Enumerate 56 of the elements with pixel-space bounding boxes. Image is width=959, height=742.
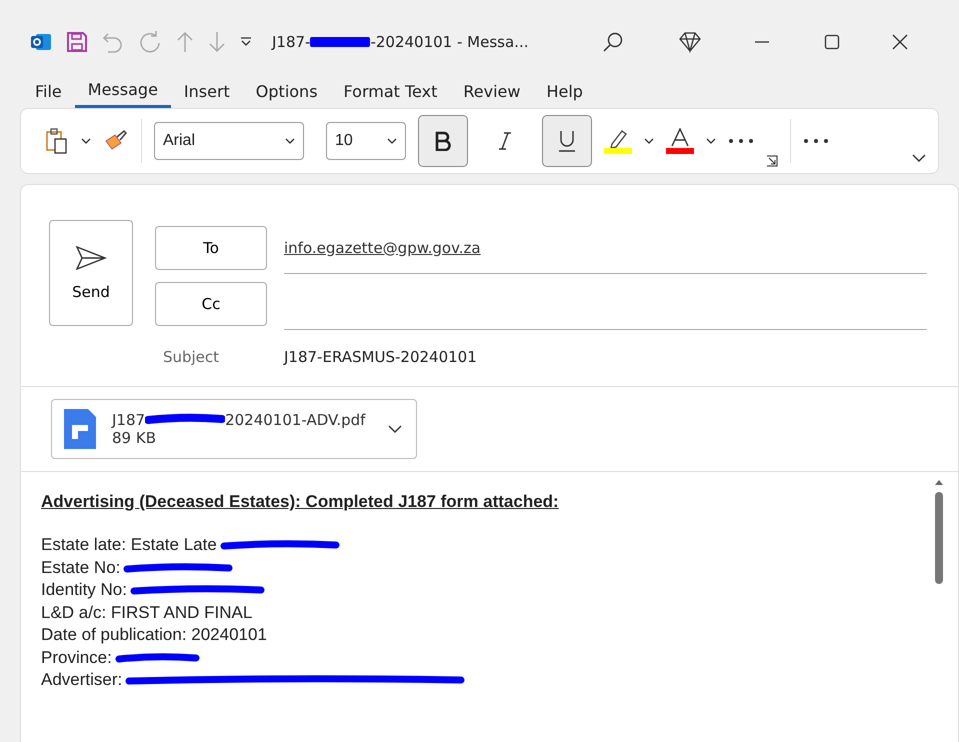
attachment-name: J187 20240101-ADV.pdf <box>112 411 367 429</box>
message-line: Estate late: Estate Late <box>41 535 217 556</box>
caret-icon[interactable] <box>644 137 654 145</box>
to-field[interactable]: info.egazette@gpw.gov.za <box>284 222 927 274</box>
chevron-down-icon[interactable] <box>912 154 926 163</box>
ribbon-tab[interactable]: Insert <box>170 74 243 108</box>
ribbon-tab[interactable]: File <box>22 74 75 108</box>
scroll-thumb[interactable] <box>935 492 943 584</box>
subject-label: Subject <box>162 348 220 366</box>
customize-toolbar-icon[interactable] <box>240 37 252 47</box>
attachment-size: 89 KB <box>112 429 157 447</box>
more-icon[interactable] <box>728 138 754 144</box>
message-line: Advertiser: <box>41 670 122 690</box>
message-line: L&D a/c: FIRST AND FINAL <box>41 602 252 623</box>
send-button[interactable]: Send <box>49 220 133 326</box>
ribbon-tab[interactable]: Format Text <box>330 74 450 108</box>
highlighter-icon[interactable] <box>604 128 632 154</box>
font-size-dropdown[interactable]: 10 <box>326 122 406 160</box>
bold-icon <box>434 131 452 151</box>
ribbon-tab[interactable]: Review <box>450 74 534 108</box>
to-button[interactable]: To <box>155 226 267 270</box>
message-heading: Advertising (Deceased Estates): Completed J187 form attached: <box>41 492 560 512</box>
save-icon[interactable] <box>66 31 88 53</box>
document-icon <box>62 407 98 451</box>
maximize-icon[interactable] <box>824 34 840 50</box>
message-line: Date of publication: 20240101 <box>41 625 267 646</box>
scroll-up-icon[interactable] <box>934 478 944 486</box>
bold-button[interactable] <box>418 115 468 167</box>
close-icon[interactable] <box>892 34 908 50</box>
subject-field[interactable]: J187-ERASMUS-20240101 <box>284 348 477 366</box>
ribbon-tab[interactable]: Options <box>242 74 331 108</box>
search-icon[interactable] <box>602 31 624 53</box>
send-icon <box>75 245 107 271</box>
message-line: Province: <box>41 648 112 668</box>
ribbon-tab[interactable]: Help <box>533 74 596 108</box>
chevron-down-icon[interactable] <box>388 424 402 434</box>
caret-icon[interactable] <box>81 137 91 145</box>
attachment-card[interactable]: J187 20240101-ADV.pdf 89 KB <box>51 399 417 459</box>
message-line: Estate No: <box>41 558 120 578</box>
font-name-dropdown[interactable]: Arial <box>154 122 304 160</box>
caret-icon[interactable] <box>706 137 716 145</box>
italic-icon <box>498 131 512 151</box>
redaction-mark <box>310 36 370 48</box>
outlook-logo-icon <box>30 32 52 52</box>
font-color-icon[interactable] <box>666 128 694 154</box>
caret-icon <box>387 137 397 145</box>
cc-button[interactable]: Cc <box>155 282 267 326</box>
underline-button[interactable] <box>542 115 592 167</box>
caret-icon <box>285 137 295 145</box>
diamond-icon[interactable] <box>678 31 702 53</box>
dialog-launcher-icon[interactable] <box>766 155 778 167</box>
message-line: Identity No: <box>41 580 127 600</box>
underline-icon <box>558 130 576 152</box>
window-title: J187- -20240101 - Messa... <box>272 33 530 51</box>
paste-icon[interactable] <box>45 128 69 154</box>
more-icon[interactable] <box>803 138 829 144</box>
